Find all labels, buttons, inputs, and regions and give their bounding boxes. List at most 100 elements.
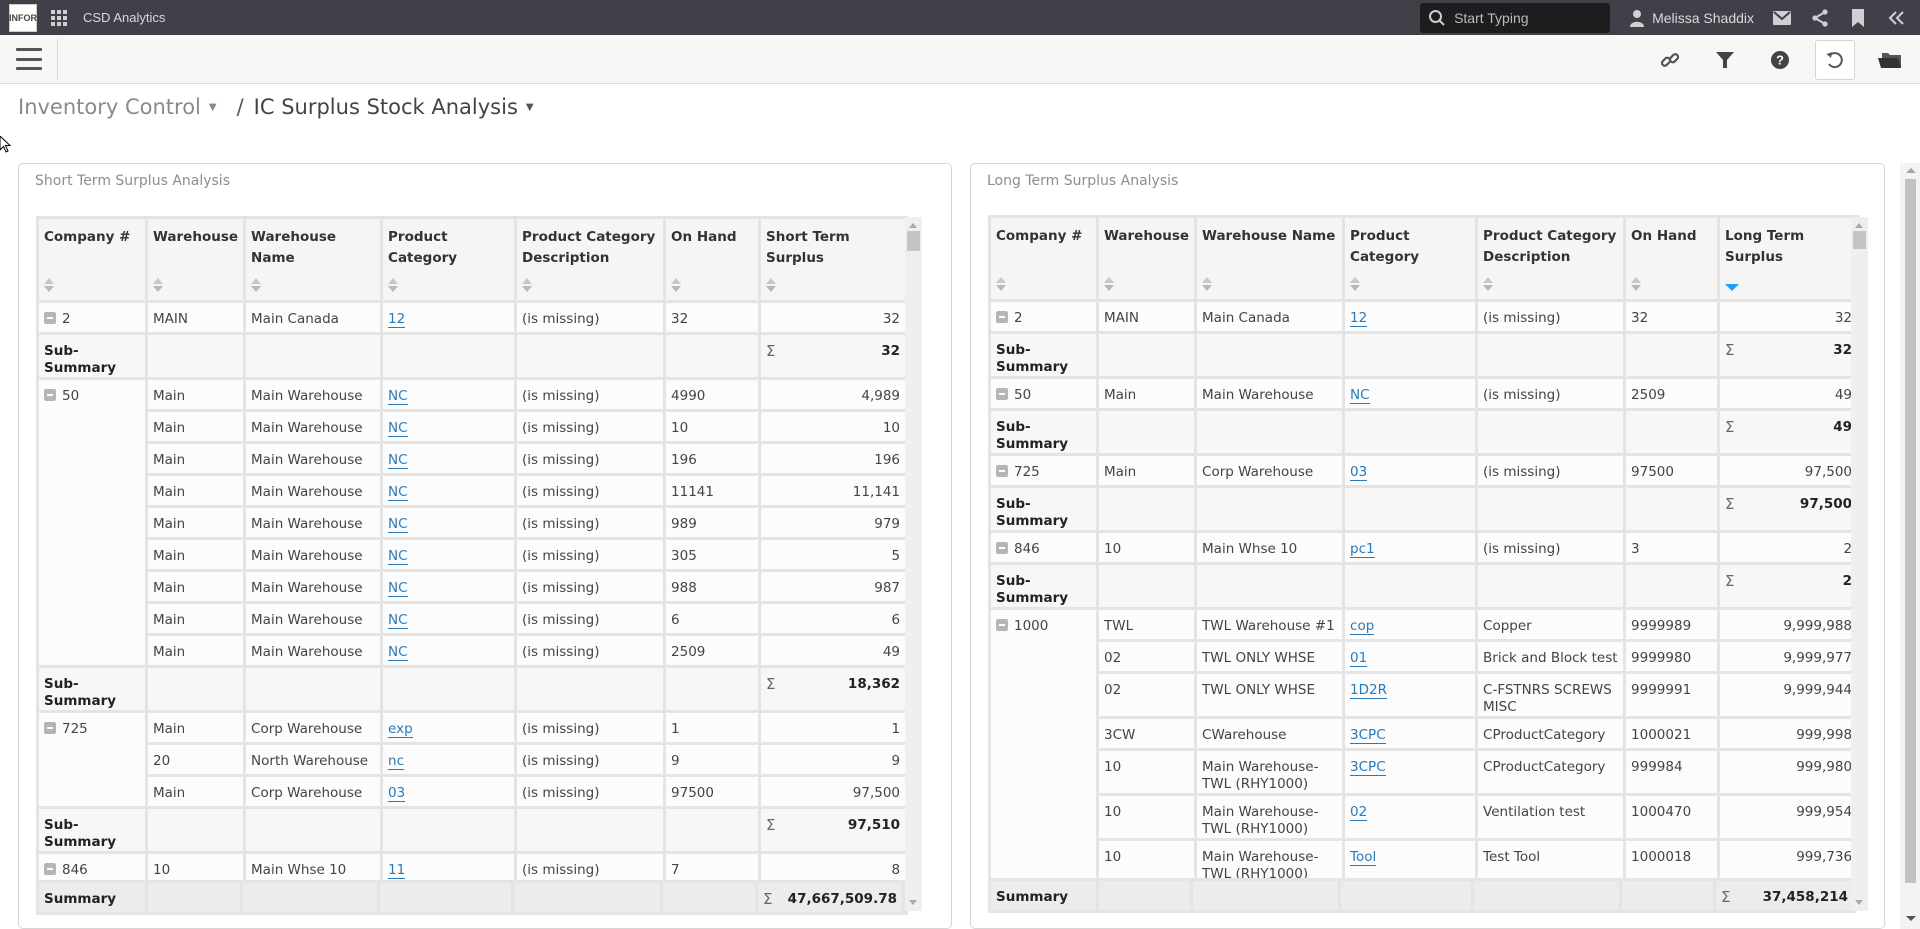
scroll-up-arrow-icon[interactable] <box>1855 223 1863 228</box>
collapse-group-button[interactable] <box>996 542 1008 554</box>
collapse-group-button[interactable] <box>996 619 1008 631</box>
product-category-link[interactable]: cop <box>1350 618 1375 635</box>
caret-down-icon[interactable]: ▼ <box>526 102 534 113</box>
scroll-up-arrow-icon[interactable] <box>909 223 917 228</box>
sigma-icon: Σ <box>1725 418 1735 436</box>
sort-icon[interactable] <box>1202 277 1213 291</box>
sort-icon[interactable] <box>1350 277 1361 291</box>
folder-icon[interactable] <box>1870 40 1910 80</box>
column-header[interactable]: Long Term Surplus <box>1717 215 1861 302</box>
product-category-link[interactable]: NC <box>388 612 408 629</box>
product-category-link[interactable]: 03 <box>388 785 406 802</box>
app-grid-icon[interactable] <box>51 9 67 26</box>
scroll-down-arrow-icon[interactable] <box>1855 900 1863 905</box>
sort-icon[interactable] <box>251 278 262 292</box>
page-scrollbar[interactable] <box>1900 163 1920 929</box>
product-category-link[interactable]: NC <box>388 644 408 661</box>
collapse-group-button[interactable] <box>44 389 56 401</box>
collapse-group-button[interactable] <box>996 311 1008 323</box>
product-category-link[interactable]: 01 <box>1350 650 1368 667</box>
link-icon[interactable] <box>1650 40 1690 80</box>
on-hand-cell: 32 <box>1623 299 1721 334</box>
collapse-group-button[interactable] <box>44 312 56 324</box>
column-header[interactable]: Company # <box>988 215 1099 302</box>
product-category-link[interactable]: 1D2R <box>1350 682 1387 699</box>
scroll-thumb[interactable] <box>1853 231 1866 249</box>
sort-icon[interactable] <box>1104 277 1114 291</box>
warehouse-name-cell: Main Warehouse <box>243 473 384 508</box>
empty-cell <box>1619 878 1716 913</box>
collapse-group-button[interactable] <box>996 465 1008 477</box>
product-category-link[interactable]: 12 <box>1350 310 1368 327</box>
collapse-group-button[interactable] <box>44 863 56 875</box>
product-category-link[interactable]: exp <box>388 721 413 738</box>
breadcrumb-current[interactable]: IC Surplus Stock Analysis <box>254 95 518 119</box>
collapse-double-chevron-icon[interactable] <box>1886 8 1906 28</box>
sort-icon[interactable] <box>522 278 533 292</box>
page-scroll-thumb[interactable] <box>1905 179 1916 883</box>
product-category-link[interactable]: NC <box>388 388 408 405</box>
search-input[interactable] <box>1452 8 1603 27</box>
sort-icon[interactable] <box>1483 277 1494 291</box>
sort-icon[interactable] <box>671 278 682 292</box>
product-category-link[interactable]: NC <box>388 548 408 565</box>
product-category-link[interactable]: 12 <box>388 311 406 328</box>
warehouse-cell: Main <box>144 377 247 412</box>
bookmark-icon[interactable] <box>1848 8 1868 28</box>
column-header[interactable]: Warehouse <box>1095 215 1198 302</box>
sort-icon[interactable] <box>388 278 399 292</box>
filter-icon[interactable] <box>1705 40 1745 80</box>
scroll-thumb[interactable] <box>907 231 920 251</box>
column-header[interactable]: On Hand <box>663 216 762 303</box>
scroll-up-arrow-icon[interactable] <box>1906 168 1916 173</box>
column-header[interactable]: Product Category Description <box>514 216 667 303</box>
column-header[interactable]: Warehouse Name <box>243 216 384 303</box>
help-icon[interactable]: ? <box>1760 40 1800 80</box>
sort-icon[interactable] <box>766 278 777 292</box>
product-category-link[interactable]: 3CPC <box>1350 727 1386 744</box>
sort-icon[interactable] <box>153 278 163 292</box>
mail-icon[interactable] <box>1772 8 1792 28</box>
column-header[interactable]: Product Category <box>1342 215 1479 302</box>
product-category-link[interactable]: 11 <box>388 862 406 879</box>
product-category-link[interactable]: pc1 <box>1350 541 1375 558</box>
global-search[interactable] <box>1420 2 1611 33</box>
short-term-table-scrollbar[interactable] <box>905 217 922 911</box>
product-category-link[interactable]: NC <box>388 580 408 597</box>
product-category-link[interactable]: 3CPC <box>1350 759 1386 776</box>
breadcrumb-parent[interactable]: Inventory Control <box>18 95 201 119</box>
share-icon[interactable] <box>1810 8 1830 28</box>
collapse-group-button[interactable] <box>44 722 56 734</box>
product-category-link[interactable]: NC <box>388 420 408 437</box>
sort-icon[interactable] <box>44 278 54 292</box>
product-category-link[interactable]: NC <box>388 452 408 469</box>
sort-descending-icon[interactable] <box>1725 277 1740 291</box>
collapse-group-button[interactable] <box>996 388 1008 400</box>
surplus-cell: 32 <box>1717 299 1861 334</box>
column-header[interactable]: Product Category <box>380 216 518 303</box>
column-header[interactable]: Company # <box>36 216 148 303</box>
product-category-cell: NC <box>380 473 518 508</box>
scroll-down-arrow-icon[interactable] <box>1906 916 1916 921</box>
column-header[interactable]: On Hand <box>1623 215 1721 302</box>
product-category-link[interactable]: NC <box>388 516 408 533</box>
column-header[interactable]: Warehouse Name <box>1194 215 1346 302</box>
scroll-down-arrow-icon[interactable] <box>909 900 917 905</box>
column-header[interactable]: Warehouse <box>144 216 247 303</box>
product-category-link[interactable]: NC <box>388 484 408 501</box>
product-category-link[interactable]: nc <box>388 753 405 770</box>
product-category-link[interactable]: NC <box>1350 387 1370 404</box>
long-term-table-scrollbar[interactable] <box>1851 217 1868 911</box>
caret-down-icon[interactable]: ▼ <box>209 102 217 113</box>
column-header[interactable]: Short Term Surplus <box>758 216 909 303</box>
product-category-link[interactable]: 02 <box>1350 804 1368 821</box>
product-category-link[interactable]: Tool <box>1350 849 1377 866</box>
hamburger-menu-icon[interactable] <box>16 48 42 70</box>
infor-logo[interactable]: INFOR <box>9 3 37 32</box>
user-menu[interactable]: Melissa Shaddix <box>1630 9 1754 27</box>
product-category-link[interactable]: 03 <box>1350 464 1368 481</box>
refresh-icon[interactable] <box>1815 39 1855 80</box>
column-header[interactable]: Product Category Description <box>1475 215 1627 302</box>
sort-icon[interactable] <box>996 277 1006 291</box>
sort-icon[interactable] <box>1631 277 1642 291</box>
